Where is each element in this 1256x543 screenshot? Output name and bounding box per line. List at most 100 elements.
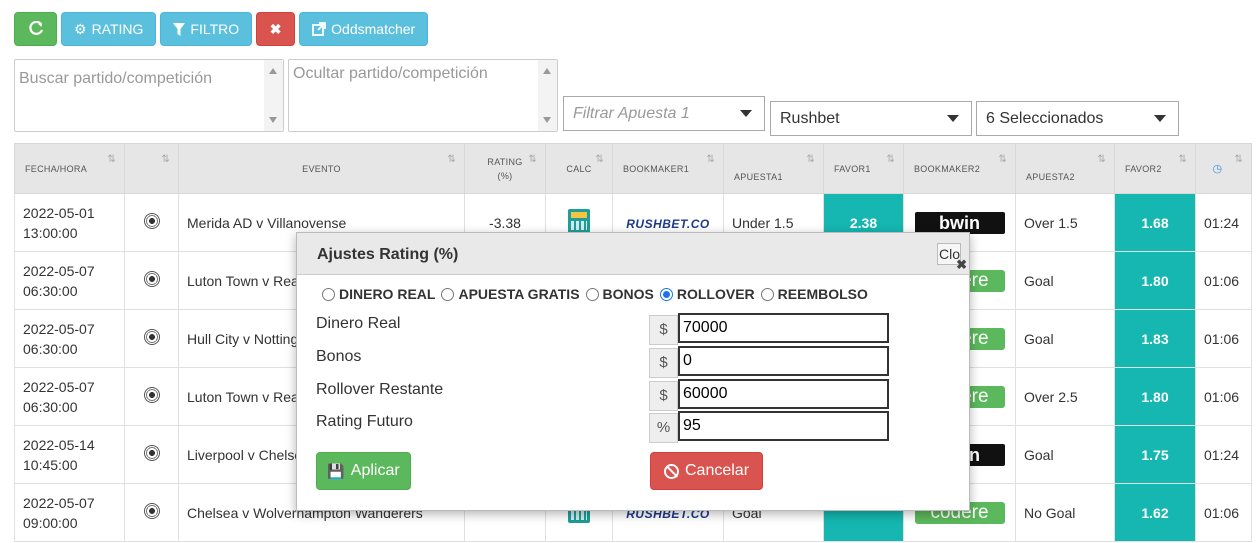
bet2-cell: Goal (1015, 309, 1115, 368)
col-calc[interactable]: CALC ⇅ (545, 143, 613, 194)
col-time[interactable]: ◷ ⇅ (1195, 143, 1252, 194)
sort-icon: ⇅ (595, 154, 604, 165)
search-input[interactable]: Buscar partido/competición (14, 59, 284, 132)
apply-button[interactable]: 💾 Aplicar (316, 452, 411, 490)
col-fecha[interactable]: FECHA/HORA ⇅ (14, 143, 125, 194)
favor2-cell: 1.62 (1114, 483, 1196, 542)
field-input[interactable]: 95 (678, 411, 889, 441)
clear-button[interactable]: ✖ (256, 12, 296, 46)
radio-apuesta-gratis[interactable]: APUESTA GRATIS (441, 286, 580, 302)
chevron-down-icon (740, 110, 752, 117)
rating-button[interactable]: ⚙ RATING (61, 12, 157, 46)
close-icon[interactable]: ✖ (956, 257, 967, 273)
sport-cell (124, 367, 179, 426)
modal-title: Ajustes Rating (%) (317, 246, 459, 263)
multi-select[interactable]: 6 Seleccionados (976, 101, 1179, 136)
field-row: Rollover Restante $60000 (316, 379, 936, 411)
favor2-cell: 1.80 (1114, 367, 1196, 426)
date-cell: 2022-05-07 09:00:00 (14, 483, 125, 542)
sort-icon: ⇅ (998, 154, 1007, 165)
oddsmatcher-button[interactable]: Oddsmatcher (299, 12, 429, 46)
sort-icon: ⇅ (447, 154, 456, 165)
radio-button[interactable] (441, 287, 455, 301)
date-cell: 2022-05-07 06:30:00 (14, 367, 125, 426)
sort-icon: ⇅ (1178, 154, 1187, 165)
refresh-button[interactable] (14, 12, 57, 46)
close-icon: ✖ (269, 20, 282, 37)
field-addon: $ (649, 348, 678, 378)
field-addon: $ (649, 381, 678, 411)
search-scrollbar[interactable] (264, 60, 283, 131)
field-addon: $ (649, 315, 678, 345)
radio-button[interactable] (760, 287, 774, 301)
multi-selected: 6 Seleccionados (986, 109, 1104, 127)
time-remaining-cell: 01:06 (1195, 309, 1252, 368)
col-bookmaker2[interactable]: BOOKMAKER2 ⇅ (903, 143, 1016, 194)
col-apuesta2[interactable]: APUESTA2 ⇅ (1015, 143, 1115, 194)
chevron-down-icon (947, 115, 959, 122)
favor2-cell: 1.80 (1114, 251, 1196, 310)
sport-cell (124, 309, 179, 368)
calculator-icon[interactable] (568, 209, 590, 233)
radio-bonos[interactable]: BONOS (585, 286, 654, 302)
col-favor1[interactable]: FAVOR1 ⇅ (823, 143, 904, 194)
col-rating[interactable]: RATING (%) ⇅ (464, 143, 546, 194)
sort-icon: ⇅ (886, 154, 895, 165)
bookmaker1-logo: RUSHBET.CO (626, 216, 710, 231)
bet2-cell: Over 1.5 (1015, 193, 1115, 252)
radio-button[interactable] (659, 287, 673, 301)
bet2-cell: Over 2.5 (1015, 367, 1115, 426)
field-input[interactable]: 70000 (678, 313, 889, 343)
sport-cell (124, 483, 179, 542)
date-cell: 2022-05-07 06:30:00 (14, 251, 125, 310)
field-input[interactable]: 0 (678, 346, 889, 376)
toolbar: ⚙ RATING FILTRO ✖ Oddsmatcher (14, 12, 429, 46)
sport-cell (124, 425, 179, 484)
bet2-cell: Goal (1015, 251, 1115, 310)
ban-icon (663, 463, 679, 479)
field-addon: % (649, 413, 678, 443)
bookmaker-select[interactable]: Rushbet (770, 101, 972, 136)
hide-input[interactable]: Ocultar partido/competición (288, 59, 558, 132)
soccer-ball-icon (143, 503, 160, 519)
field-row: Dinero Real $70000 (316, 313, 936, 345)
bet2-cell: No Goal (1015, 483, 1115, 542)
field-label: Rating Futuro (316, 413, 413, 430)
bet-filter-select[interactable]: Filtrar Apuesta 1 (563, 96, 765, 131)
favor2-cell: 1.75 (1114, 425, 1196, 484)
apply-button-label: Aplicar (350, 462, 400, 479)
soccer-ball-icon (143, 271, 160, 287)
sort-icon: ⇅ (806, 154, 815, 165)
cancel-button[interactable]: Cancelar (650, 452, 763, 490)
soccer-ball-icon (143, 387, 160, 403)
cancel-button-label: Cancelar (684, 462, 750, 479)
radio-button[interactable] (322, 287, 335, 301)
sort-icon: ⇅ (161, 154, 170, 165)
col-bookmaker1[interactable]: BOOKMAKER1 ⇅ (612, 143, 724, 194)
col-evento[interactable]: EVENTO ⇅ (178, 143, 465, 194)
field-input[interactable]: 60000 (678, 379, 889, 409)
radio-rollover[interactable]: ROLLOVER (659, 286, 755, 302)
time-remaining-cell: 01:06 (1195, 483, 1252, 542)
favor2-cell: 1.68 (1114, 193, 1196, 252)
radio-reembolso[interactable]: REEMBOLSO (760, 286, 868, 302)
rating-mode-radios: DINERO REAL APUESTA GRATIS BONOS ROLLOVER RE… (322, 286, 874, 302)
sort-icon: ⇅ (1097, 154, 1106, 165)
radio-button[interactable] (585, 287, 599, 301)
sort-icon: ⇅ (706, 154, 715, 165)
col-favor2[interactable]: FAVOR2 ⇅ (1114, 143, 1196, 194)
bookmaker-selected: Rushbet (780, 109, 840, 127)
field-row: Rating Futuro% 95 (316, 411, 936, 443)
col-sport[interactable]: ⇅ (124, 143, 179, 194)
table-header: FECHA/HORA ⇅ ⇅ EVENTO ⇅ RATING (%) ⇅ CALC ⇅ B… (14, 143, 1252, 194)
external-link-icon (312, 22, 327, 36)
hide-scrollbar[interactable] (538, 60, 557, 131)
field-label: Rollover Restante (316, 381, 444, 398)
field-label: Dinero Real (316, 315, 401, 332)
date-cell: 2022-05-14 10:45:00 (14, 425, 125, 484)
clock-icon: ◷ (1212, 163, 1223, 175)
filter-button[interactable]: FILTRO (160, 12, 253, 46)
col-apuesta1[interactable]: APUESTA1 ⇅ (723, 143, 824, 194)
radio-dinero-real[interactable]: DINERO REAL (322, 286, 435, 302)
sort-icon: ⇅ (528, 154, 537, 165)
